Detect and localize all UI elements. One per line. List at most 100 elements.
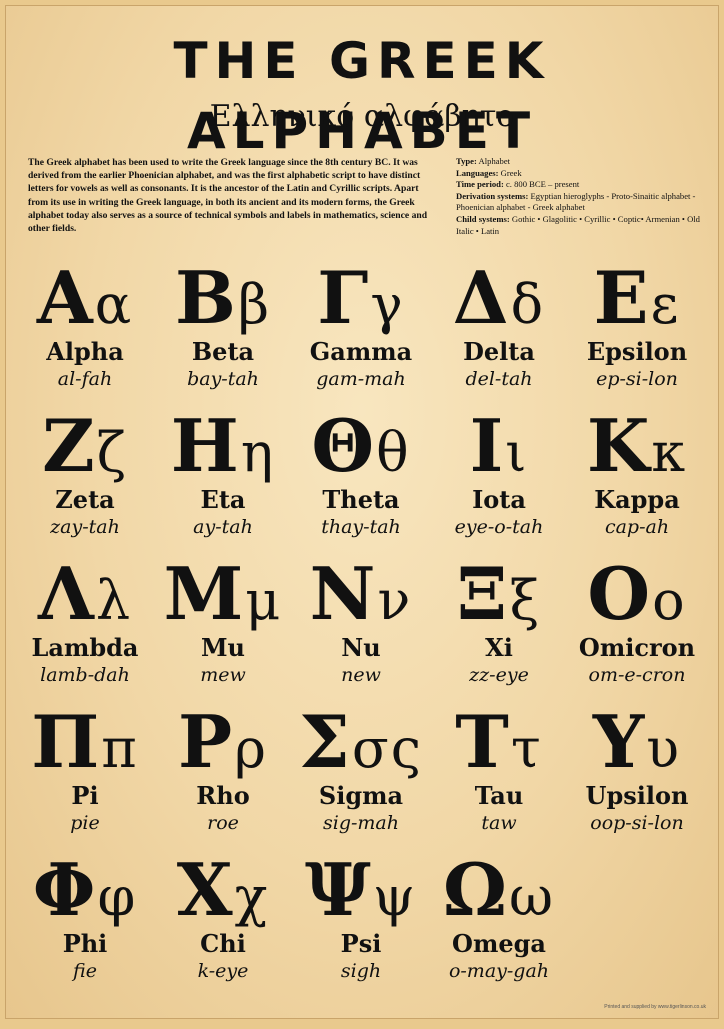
letter-card-6: Ηη Eta ay-tah: [154, 406, 292, 540]
uppercase-letter: Τ: [455, 699, 511, 784]
uppercase-letter: Β: [174, 255, 238, 340]
lowercase-letter: α: [94, 273, 134, 336]
letter-glyphs: Ιι: [430, 406, 568, 486]
letter-name: Sigma: [318, 781, 404, 810]
uppercase-letter: Γ: [317, 255, 371, 340]
lowercase-letter: ε: [650, 273, 681, 336]
letter-card-15: Ππ Pi pie: [16, 702, 154, 836]
uppercase-letter: Ω: [442, 847, 510, 932]
letter-name: Mu: [200, 633, 245, 662]
letter-pronunciation: zz-eye: [469, 664, 529, 686]
letter-card-7: Θθ Theta thay-tah: [292, 406, 430, 540]
letter-name: Tau: [474, 781, 524, 810]
lowercase-letter: λ: [95, 569, 133, 632]
letter-glyphs: Εε: [568, 258, 706, 338]
letter-pronunciation: o-may-gah: [448, 960, 550, 982]
letter-glyphs: Ηη: [154, 406, 292, 486]
letter-pronunciation: pie: [70, 812, 100, 834]
letter-glyphs: Νν: [292, 554, 430, 634]
uppercase-letter: Υ: [592, 699, 647, 784]
letter-card-2: Γγ Gamma gam-mah: [292, 258, 430, 392]
lowercase-letter: ο: [652, 569, 687, 632]
letter-glyphs: Ωω: [430, 850, 568, 930]
lowercase-letter: β: [237, 273, 272, 336]
letter-pronunciation: ep-si-lon: [596, 368, 678, 390]
letter-name: Delta: [463, 337, 535, 366]
lowercase-letter: δ: [510, 273, 546, 336]
letter-name: Chi: [200, 929, 246, 958]
letter-name: Beta: [191, 337, 255, 366]
uppercase-letter: Λ: [37, 551, 96, 636]
letter-pronunciation: sig-mah: [323, 812, 399, 834]
info-key: Child systems:: [456, 213, 510, 224]
letter-name: Psi: [340, 929, 382, 958]
lowercase-letter: ω: [509, 865, 556, 928]
letter-card-12: Νν Nu new: [292, 554, 430, 688]
letter-pronunciation: new: [341, 664, 381, 686]
letter-glyphs: Ψψ: [292, 850, 430, 930]
letter-glyphs: Ππ: [16, 702, 154, 782]
letter-name: Alpha: [46, 337, 124, 366]
letter-pronunciation: taw: [481, 812, 517, 834]
info-key: Time period:: [456, 179, 504, 190]
uppercase-letter: Ε: [593, 255, 651, 340]
letter-card-5: Ζζ Zeta zay-tah: [16, 406, 154, 540]
lowercase-letter: μ: [245, 569, 283, 632]
letter-glyphs: Χχ: [154, 850, 292, 930]
letter-glyphs: Ττ: [430, 702, 568, 782]
letter-name: Kappa: [594, 485, 680, 514]
letter-glyphs: Γγ: [292, 258, 430, 338]
uppercase-letter: Χ: [176, 847, 235, 932]
lowercase-letter: υ: [646, 717, 682, 780]
info-value: Alphabet: [478, 156, 511, 166]
letter-glyphs: Φφ: [16, 850, 154, 930]
letter-glyphs: Ζζ: [16, 406, 154, 486]
uppercase-letter: Ψ: [304, 847, 373, 932]
letter-glyphs: Δδ: [430, 258, 568, 338]
lowercase-letter: ρ: [234, 717, 268, 780]
letter-pronunciation: oop-si-lon: [590, 812, 684, 834]
lowercase-letter: θ: [376, 421, 411, 484]
letter-card-13: Ξξ Xi zz-eye: [430, 554, 568, 688]
info-key: Derivation systems:: [456, 190, 529, 201]
letter-glyphs: Οο: [568, 554, 706, 634]
letter-glyphs: Ρρ: [154, 702, 292, 782]
letter-card-11: Μμ Mu mew: [154, 554, 292, 688]
letter-name: Xi: [485, 633, 513, 662]
letter-card-4: Εε Epsilon ep-si-lon: [568, 258, 706, 392]
page-title: THE GREEK ALPHABET: [173, 32, 551, 160]
letter-card-19: Υυ Upsilon oop-si-lon: [568, 702, 706, 836]
letter-pronunciation: om-e-cron: [588, 664, 686, 686]
lowercase-letter: φ: [97, 865, 138, 928]
letter-pronunciation: bay-tah: [187, 368, 259, 390]
letter-card-20: Φφ Phi fie: [16, 850, 154, 984]
letter-pronunciation: sigh: [340, 960, 382, 982]
letter-pronunciation: thay-tah: [321, 516, 401, 538]
letter-name: Pi: [71, 781, 99, 810]
uppercase-letter: Μ: [163, 551, 246, 636]
letter-glyphs: Μμ: [154, 554, 292, 634]
lowercase-letter: γ: [370, 273, 405, 336]
lowercase-letter: ν: [377, 569, 413, 632]
lowercase-letter: τ: [510, 717, 543, 780]
uppercase-letter: Α: [36, 255, 95, 340]
uppercase-letter: Ν: [309, 551, 378, 636]
info-row-languages: Languages: Greek: [456, 168, 706, 180]
uppercase-letter: Ο: [587, 551, 653, 636]
info-row-type: Type: Alphabet: [456, 156, 706, 168]
letter-card-16: Ρρ Rho roe: [154, 702, 292, 836]
letter-name: Rho: [196, 781, 250, 810]
uppercase-letter: Θ: [311, 403, 377, 488]
letter-glyphs: Θθ: [292, 406, 430, 486]
letter-pronunciation: mew: [200, 664, 246, 686]
info-value: c. 800 BCE – present: [505, 179, 580, 190]
letter-card-23: Ωω Omega o-may-gah: [430, 850, 568, 984]
letter-card-10: Λλ Lambda lamb-dah: [16, 554, 154, 688]
letter-pronunciation: del-tah: [465, 368, 533, 390]
letter-card-8: Ιι Iota eye-o-tah: [430, 406, 568, 540]
lowercase-letter: ι: [505, 421, 529, 484]
letter-card-9: Κκ Kappa cap-ah: [568, 406, 706, 540]
letter-pronunciation: al-fah: [57, 368, 113, 390]
uppercase-letter: Ρ: [178, 699, 235, 784]
letter-glyphs: Λλ: [16, 554, 154, 634]
